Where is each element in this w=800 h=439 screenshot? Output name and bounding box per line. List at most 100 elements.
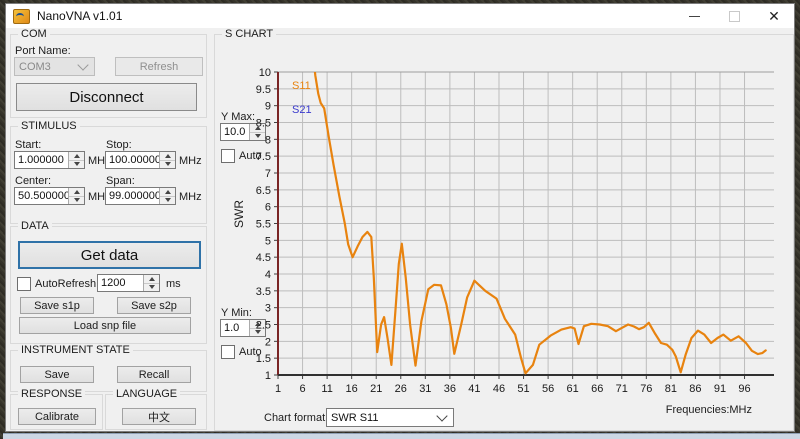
language-chinese-button[interactable]: 中文 — [122, 408, 196, 425]
start-input[interactable]: 1.000000 — [14, 151, 85, 169]
x-tick-label: 66 — [591, 383, 603, 395]
y-tick-label: 8.5 — [256, 118, 271, 130]
y-tick-label: 3.5 — [256, 286, 271, 298]
spin-down-icon[interactable] — [160, 196, 175, 205]
port-name-label: Port Name: — [15, 45, 71, 57]
start-label: Start: — [15, 139, 41, 151]
x-tick-label: 6 — [299, 383, 305, 395]
center-label: Center: — [15, 175, 51, 187]
port-select-value: COM3 — [15, 61, 79, 73]
y-tick-label: 2 — [265, 336, 271, 348]
y-tick-label: 4 — [265, 269, 271, 281]
port-select[interactable]: COM3 — [14, 57, 95, 76]
close-button[interactable]: ✕ — [754, 4, 794, 28]
refresh-button[interactable]: Refresh — [115, 57, 203, 76]
instrument-state-title: INSTRUMENT STATE — [18, 344, 133, 356]
s11-trace — [311, 63, 765, 373]
y-tick-label: 9 — [265, 101, 271, 113]
get-data-button[interactable]: Get data — [18, 241, 201, 269]
maximize-button[interactable] — [714, 4, 754, 28]
spin-down-icon[interactable] — [160, 160, 175, 169]
y-tick-label: 4.5 — [256, 252, 271, 264]
x-tick-label: 56 — [542, 383, 554, 395]
response-group: RESPONSE Calibrate — [10, 394, 103, 430]
x-tick-label: 61 — [567, 383, 579, 395]
autorefresh-checkbox[interactable] — [17, 277, 31, 291]
stop-input[interactable]: 100.000000 — [105, 151, 176, 169]
language-group: LANGUAGE 中文 — [105, 394, 207, 430]
instrument-state-group: INSTRUMENT STATE Save Recall — [10, 350, 207, 392]
state-save-button[interactable]: Save — [20, 366, 94, 383]
language-group-title: LANGUAGE — [113, 388, 180, 400]
y-tick-label: 1 — [265, 370, 271, 382]
spin-down-icon[interactable] — [69, 160, 84, 169]
y-tick-label: 10 — [259, 67, 271, 79]
x-tick-label: 41 — [468, 383, 480, 395]
spin-up-icon[interactable] — [69, 152, 84, 160]
autorefresh-label: AutoRefresh — [35, 278, 96, 290]
com-group-title: COM — [18, 28, 50, 40]
interval-input[interactable]: 1200 — [97, 274, 160, 292]
spin-up-icon[interactable] — [69, 188, 84, 196]
minimize-icon — [689, 16, 700, 17]
span-value: 99.000000 — [106, 188, 159, 204]
x-tick-label: 16 — [346, 383, 358, 395]
stop-value: 100.000000 — [106, 152, 159, 168]
x-tick-label: 81 — [665, 383, 677, 395]
minimize-button[interactable] — [674, 4, 714, 28]
y-tick-label: 9.5 — [256, 84, 271, 96]
chart-format-value: SWR S11 — [327, 412, 438, 424]
response-group-title: RESPONSE — [18, 388, 85, 400]
x-tick-label: 1 — [275, 383, 281, 395]
title-bar[interactable]: NanoVNA v1.01 ✕ — [6, 4, 794, 28]
chevron-down-icon — [436, 410, 447, 421]
interval-unit-label: ms — [166, 278, 181, 290]
ymin-auto-checkbox[interactable] — [221, 345, 235, 359]
start-value: 1.000000 — [15, 152, 68, 168]
spin-down-icon[interactable] — [69, 196, 84, 205]
y-tick-label: 7.5 — [256, 151, 271, 163]
x-tick-label: 31 — [419, 383, 431, 395]
interval-value: 1200 — [98, 275, 143, 291]
swr-chart: 109.598.587.576.565.554.543.532.521.5116… — [241, 63, 786, 401]
stimulus-group: STIMULUS Start: 1.000000 MHz Stop: 100.0… — [10, 126, 207, 224]
spin-up-icon[interactable] — [160, 152, 175, 160]
x-tick-label: 21 — [370, 383, 382, 395]
y-tick-label: 2.5 — [256, 320, 271, 332]
x-tick-label: 46 — [493, 383, 505, 395]
y-tick-label: 7 — [265, 168, 271, 180]
legend-s11: S11 — [292, 80, 311, 92]
ymax-auto-checkbox[interactable] — [221, 149, 235, 163]
y-tick-label: 6.5 — [256, 185, 271, 197]
x-tick-label: 36 — [444, 383, 456, 395]
calibrate-button[interactable]: Calibrate — [18, 408, 96, 425]
disconnect-button[interactable]: Disconnect — [16, 83, 197, 111]
y-tick-label: 6 — [265, 202, 271, 214]
app-window: NanoVNA v1.01 ✕ COM Port Name: COM3 Refr… — [5, 3, 795, 432]
save-s2p-button[interactable]: Save s2p — [117, 297, 191, 314]
y-tick-label: 5.5 — [256, 219, 271, 231]
close-icon: ✕ — [768, 9, 780, 23]
chart-format-label: Chart format: — [264, 412, 328, 424]
x-tick-label: 71 — [616, 383, 628, 395]
app-icon — [13, 9, 30, 24]
spin-up-icon[interactable] — [160, 188, 175, 196]
center-input[interactable]: 50.500000 — [14, 187, 85, 205]
window-title: NanoVNA v1.01 — [37, 9, 122, 23]
save-s1p-button[interactable]: Save s1p — [20, 297, 94, 314]
x-tick-label: 26 — [395, 383, 407, 395]
spin-down-icon[interactable] — [144, 283, 159, 292]
stimulus-group-title: STIMULUS — [18, 120, 80, 132]
load-snp-file-button[interactable]: Load snp file — [19, 317, 191, 334]
state-recall-button[interactable]: Recall — [117, 366, 191, 383]
spin-up-icon[interactable] — [144, 275, 159, 283]
chart-format-select[interactable]: SWR S11 — [326, 408, 454, 427]
y-tick-label: 5 — [265, 235, 271, 247]
s-chart-group: S CHART Y Max: 10.0 Auto SWR Y Min: 1.0 … — [214, 34, 794, 431]
span-input[interactable]: 99.000000 — [105, 187, 176, 205]
stop-unit: MHz — [179, 155, 202, 167]
span-label: Span: — [106, 175, 135, 187]
legend-s21: S21 — [292, 104, 312, 116]
x-tick-label: 91 — [714, 383, 726, 395]
x-tick-label: 51 — [517, 383, 529, 395]
